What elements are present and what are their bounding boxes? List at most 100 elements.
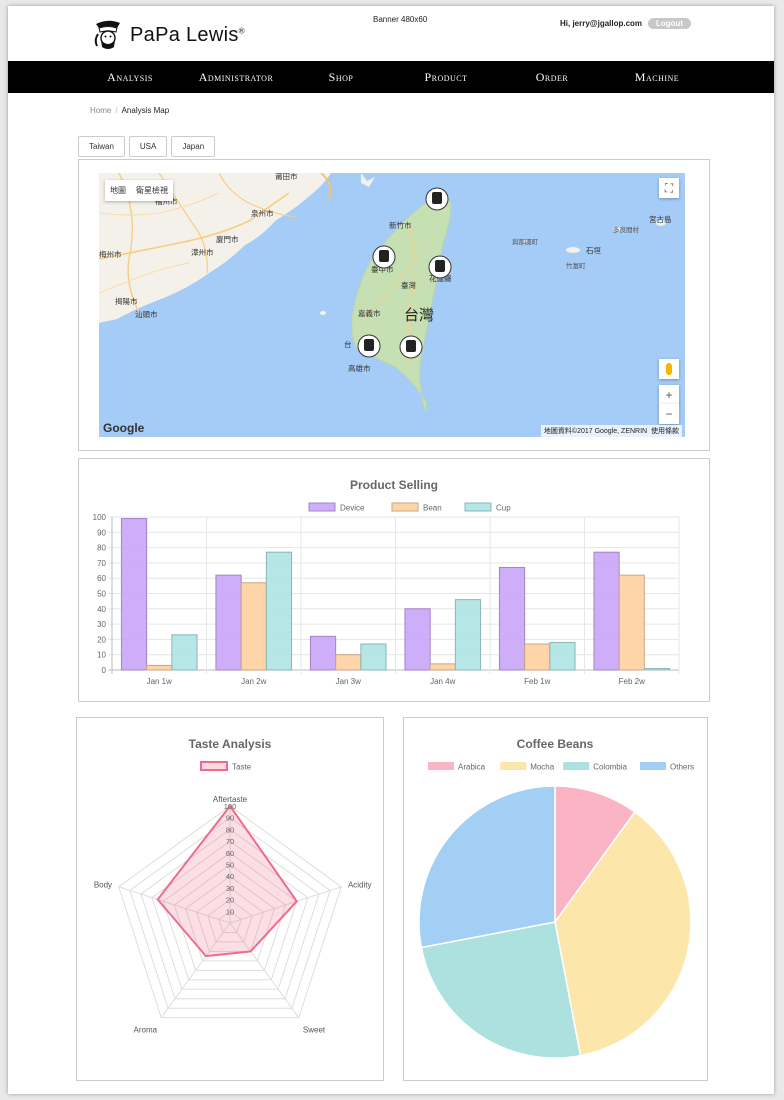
radar-tick-label: 80 bbox=[226, 825, 234, 834]
machine-marker-hualien[interactable] bbox=[428, 255, 452, 279]
registered-mark: ® bbox=[238, 25, 245, 35]
machine-marker-pingtung[interactable] bbox=[399, 335, 423, 359]
map[interactable]: 莆田市 福州市 泉州市 廈門市 漳州市 梅州市 揭陽市 汕頭市 新竹市 臺中市 … bbox=[99, 173, 685, 437]
google-logo: Google bbox=[103, 421, 145, 435]
bar-bean bbox=[146, 664, 173, 671]
map-type-toggle: 地圖 衛星檢視 bbox=[105, 180, 173, 201]
map-label-jieyang: 揭陽市 bbox=[115, 296, 138, 306]
map-label-kaohsiung: 高雄市 bbox=[348, 363, 371, 373]
bar-cup bbox=[454, 599, 482, 671]
map-label-taketomi: 竹富町 bbox=[566, 261, 586, 270]
bar-device bbox=[593, 551, 620, 671]
y-tick-label: 80 bbox=[97, 544, 106, 553]
map-label-zhangzhou: 漳州市 bbox=[191, 247, 214, 257]
legend-swatch-taste bbox=[200, 761, 228, 771]
bar-cup bbox=[549, 641, 576, 671]
map-label-taiwan: 台灣 bbox=[404, 307, 434, 324]
radar-axis-label: Sweet bbox=[303, 1025, 326, 1034]
legend-label-cup: Cup bbox=[496, 504, 511, 513]
machine-marker-tainan[interactable] bbox=[357, 334, 381, 358]
y-tick-label: 0 bbox=[102, 666, 107, 675]
y-tick-label: 50 bbox=[97, 590, 106, 599]
fullscreen-icon[interactable]: ⛶ bbox=[659, 178, 679, 198]
map-label-yonaguni: 與那國町 bbox=[512, 237, 539, 246]
nav-item-order[interactable]: Order bbox=[536, 61, 569, 93]
header: PaPa Lewis® Banner 480x60 Hi, jerry@jgal… bbox=[8, 6, 774, 61]
coffee-beans-panel: Coffee Beans Arabica Mocha Colombia Others bbox=[403, 717, 708, 1081]
map-type-satellite[interactable]: 衛星檢視 bbox=[131, 180, 173, 201]
chart-title: Taste Analysis bbox=[189, 737, 272, 751]
logout-button[interactable]: Logout bbox=[648, 18, 692, 29]
y-tick-label: 60 bbox=[97, 574, 106, 583]
breadcrumb-home[interactable]: Home bbox=[90, 106, 111, 115]
map-label-taiwan-small: 臺灣 bbox=[401, 280, 416, 290]
zoom-in-button[interactable]: + bbox=[659, 385, 679, 405]
user-greeting: Hi, jerry@jgallop.com bbox=[560, 19, 643, 28]
chart-title: Coffee Beans bbox=[517, 737, 594, 751]
radar-tick-label: 20 bbox=[226, 896, 234, 905]
zoom-out-button[interactable]: − bbox=[659, 404, 679, 424]
y-tick-label: 100 bbox=[93, 513, 107, 522]
nav-item-administrator[interactable]: Administrator bbox=[199, 61, 274, 93]
bar-device bbox=[120, 518, 148, 671]
bar-bean bbox=[429, 663, 456, 671]
terms-link[interactable]: 使用條款 bbox=[651, 428, 679, 435]
tab-usa[interactable]: USA bbox=[128, 136, 168, 157]
machine-marker-taipei[interactable] bbox=[425, 187, 449, 211]
tab-japan[interactable]: Japan bbox=[171, 136, 216, 157]
legend-swatch-others bbox=[640, 762, 666, 770]
legend-swatch-bean bbox=[391, 502, 419, 512]
nav-item-shop[interactable]: Shop bbox=[329, 61, 354, 93]
product-selling-panel: Product Selling Device Bean Cup 0 10 20 30 40 50 6… bbox=[78, 458, 710, 702]
breadcrumb: Home / Analysis Map bbox=[90, 106, 169, 115]
map-label-putian: 莆田市 bbox=[275, 173, 298, 181]
chart-title: Product Selling bbox=[350, 478, 438, 492]
map-label-chiayi: 嘉義市 bbox=[358, 308, 381, 318]
x-tick-label: Jan 1w bbox=[147, 677, 173, 686]
page: PaPa Lewis® Banner 480x60 Hi, jerry@jgal… bbox=[8, 6, 774, 1094]
map-label-ishigaki: 石垣 bbox=[586, 245, 601, 255]
y-tick-label: 70 bbox=[97, 559, 106, 568]
nav-item-product[interactable]: Product bbox=[424, 61, 467, 93]
breadcrumb-separator: / bbox=[115, 106, 118, 115]
map-type-map[interactable]: 地圖 bbox=[105, 180, 131, 201]
radar-tick-label: 30 bbox=[226, 884, 234, 893]
nav-item-analysis[interactable]: Analysis bbox=[107, 61, 153, 93]
legend-label-device: Device bbox=[340, 504, 365, 513]
bar-cup bbox=[171, 634, 198, 671]
map-label-xiamen: 廈門市 bbox=[216, 234, 239, 244]
x-tick-label: Jan 4w bbox=[430, 677, 456, 686]
radar-tick-label: 50 bbox=[226, 861, 234, 870]
bar-device bbox=[215, 574, 242, 671]
map-attribution: 地圖資料©2017 Google, ZENRIN 使用條款 bbox=[540, 425, 682, 437]
taste-analysis-chart: Taste AnalysisTaste102030405060708090100… bbox=[94, 737, 372, 1034]
legend-swatch-colombia bbox=[563, 762, 590, 770]
y-tick-label: 30 bbox=[97, 620, 106, 629]
legend-label-bean: Bean bbox=[423, 504, 442, 513]
bar-bean bbox=[240, 582, 267, 671]
bar-cup bbox=[265, 551, 293, 671]
legend-swatch-mocha bbox=[500, 762, 527, 770]
y-tick-label: 90 bbox=[97, 528, 106, 537]
tab-taiwan[interactable]: Taiwan bbox=[78, 136, 125, 157]
nav-item-machine[interactable]: Machine bbox=[635, 61, 679, 93]
map-label-quanzhou: 泉州市 bbox=[251, 208, 274, 218]
banner-placeholder: Banner 480x60 bbox=[373, 15, 428, 24]
pie-slice-others bbox=[418, 785, 556, 949]
machine-marker-taichung[interactable] bbox=[372, 245, 396, 269]
bar-bean bbox=[618, 574, 645, 671]
y-tick-label: 10 bbox=[97, 651, 106, 660]
legend-label-taste: Taste bbox=[232, 763, 252, 772]
breadcrumb-current: Analysis Map bbox=[121, 106, 170, 115]
main-nav: Analysis Administrator Shop Product Orde… bbox=[8, 61, 774, 93]
bar-cup bbox=[643, 667, 671, 671]
map-label-shantou: 汕頭市 bbox=[135, 309, 158, 319]
legend-label-mocha: Mocha bbox=[530, 763, 555, 772]
radar-axis-label: Aftertaste bbox=[213, 795, 248, 804]
legend-label-others: Others bbox=[670, 763, 694, 772]
region-tabs: Taiwan USA Japan bbox=[78, 136, 219, 157]
radar-tick-label: 60 bbox=[226, 849, 234, 858]
radar-axis-label: Body bbox=[94, 881, 112, 890]
street-view-icon[interactable] bbox=[659, 359, 679, 379]
logo[interactable]: PaPa Lewis® bbox=[90, 18, 245, 52]
